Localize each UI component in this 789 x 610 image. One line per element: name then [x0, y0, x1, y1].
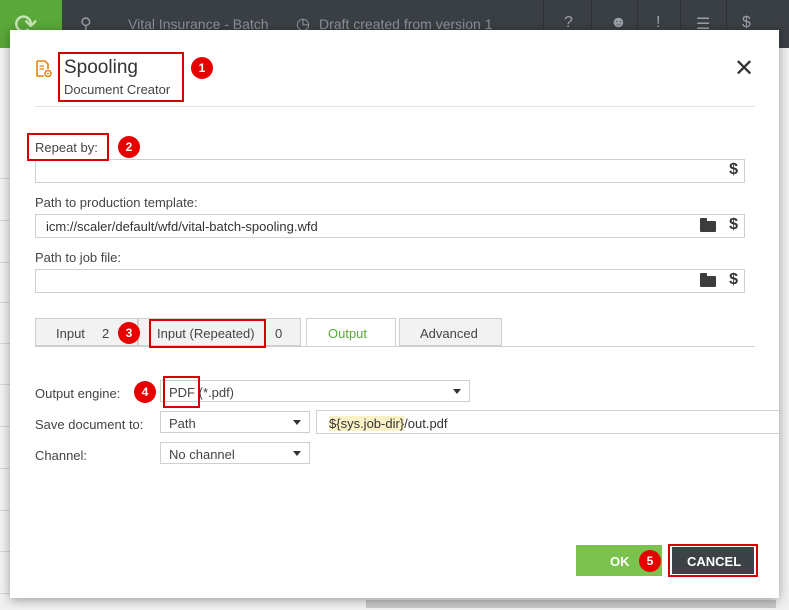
- chevron-down-icon: [453, 389, 461, 394]
- save-document-value: Path: [169, 416, 196, 431]
- dollar-icon[interactable]: $: [729, 271, 738, 289]
- repeat-by-input[interactable]: $: [35, 159, 745, 183]
- annotation-badge-4: 4: [134, 381, 156, 403]
- annotation-badge-1: 1: [191, 57, 213, 79]
- folder-icon[interactable]: [700, 218, 716, 232]
- path-variable: ${sys.job-dir}: [329, 416, 405, 431]
- tab-divider: [35, 346, 755, 347]
- background-left-panel: [0, 48, 10, 610]
- dialog-title: Spooling: [64, 57, 138, 78]
- job-file-label: Path to job file:: [35, 250, 121, 265]
- tab-input-label: Input: [56, 326, 85, 341]
- tab-input-repeated[interactable]: Input (Repeated) 0: [138, 318, 301, 346]
- save-document-label: Save document to:: [35, 417, 144, 432]
- tab-output-label: Output: [328, 326, 368, 341]
- spooling-dialog: Spooling Document Creator ✕ Repeat by: $…: [10, 30, 779, 598]
- tab-advanced[interactable]: Advanced: [399, 318, 502, 346]
- tab-input-count: 2: [102, 326, 110, 341]
- template-path-value: icm://scaler/default/wfd/vital-batch-spo…: [46, 219, 318, 234]
- tab-advanced-label: Advanced: [420, 326, 478, 341]
- tab-output[interactable]: Output: [306, 318, 396, 346]
- repeat-by-label: Repeat by:: [35, 140, 98, 155]
- background-scrollbar-vertical[interactable]: [779, 48, 789, 598]
- close-icon[interactable]: ✕: [734, 54, 754, 83]
- channel-label: Channel:: [35, 448, 88, 463]
- job-file-input[interactable]: $: [35, 269, 745, 293]
- chevron-down-icon: [293, 420, 301, 425]
- chevron-down-icon: [293, 451, 301, 456]
- annotation-badge-3: 3: [118, 322, 140, 344]
- annotation-badge-2: 2: [118, 136, 140, 158]
- template-path-label: Path to production template:: [35, 195, 198, 210]
- channel-value: No channel: [169, 447, 235, 462]
- output-engine-value: PDF (*.pdf): [169, 385, 235, 400]
- document-settings-icon: [36, 60, 52, 78]
- output-engine-label: Output engine:: [35, 386, 121, 401]
- output-path-input[interactable]: ${sys.job-dir}/out.pdf: [316, 410, 779, 434]
- tab-input-repeated-count: 0: [275, 326, 283, 341]
- scrollbar-thumb[interactable]: [366, 600, 776, 608]
- folder-icon[interactable]: [700, 273, 716, 287]
- background-scrollbar-horizontal[interactable]: [0, 598, 789, 610]
- dialog-subtitle: Document Creator: [64, 82, 171, 97]
- dollar-icon[interactable]: $: [729, 216, 738, 234]
- output-engine-select[interactable]: PDF (*.pdf): [160, 380, 470, 402]
- cancel-button[interactable]: CANCEL: [672, 547, 754, 574]
- channel-select[interactable]: No channel: [160, 442, 310, 464]
- annotation-badge-5: 5: [639, 550, 661, 572]
- template-path-input[interactable]: icm://scaler/default/wfd/vital-batch-spo…: [35, 214, 745, 238]
- output-path-value: ${sys.job-dir}/out.pdf: [329, 416, 448, 431]
- dollar-icon[interactable]: $: [729, 161, 738, 179]
- tab-input-repeated-label: Input (Repeated): [157, 326, 255, 341]
- header-divider: [35, 106, 755, 107]
- save-document-select[interactable]: Path: [160, 411, 310, 433]
